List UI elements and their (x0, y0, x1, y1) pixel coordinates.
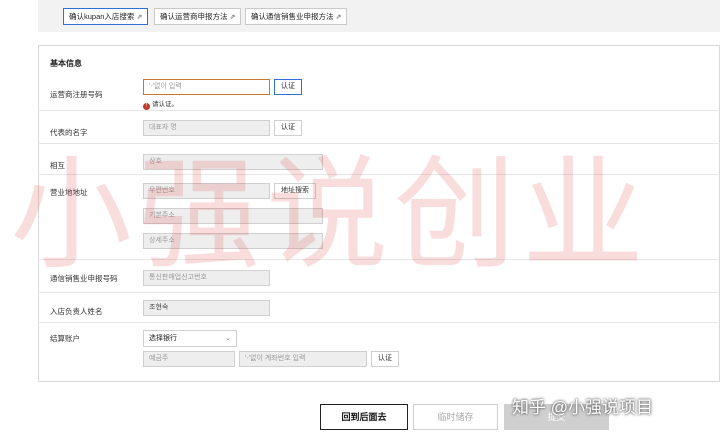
divider (38, 174, 720, 175)
basic-address-input[interactable]: 기본주소 (143, 208, 323, 224)
address-search-button[interactable]: 地址搜索 (274, 183, 316, 199)
business-reg-input[interactable]: '-'없이 입력 (143, 79, 270, 95)
divider (38, 292, 720, 293)
store-manager-input[interactable]: 조현숙 (143, 300, 270, 316)
account-verify-button[interactable]: 认证 (371, 351, 399, 367)
representative-label: 代表的名字 (50, 128, 88, 137)
kupan-entry-search-link[interactable]: 确认kupan入店搜索 ⇗ (63, 8, 149, 25)
settlement-label: 结算账户 (50, 334, 80, 343)
external-link-icon: ⇗ (335, 14, 342, 21)
telecom-report-method-link[interactable]: 确认通信销售业申报方法 ⇗ (245, 8, 348, 25)
store-manager-label: 入店负责人姓名 (50, 307, 103, 316)
representative-verify-button[interactable]: 认证 (274, 120, 302, 136)
detail-address-input[interactable]: 상세주소 (143, 233, 323, 249)
back-button[interactable]: 回到后面去 (320, 404, 408, 430)
divider (38, 322, 720, 323)
account-holder-input[interactable]: 예금주 (143, 351, 235, 367)
business-reg-verify-button[interactable]: 认证 (274, 79, 302, 95)
telecom-input[interactable]: 통신판매업신고번호 (143, 270, 270, 286)
bank-select[interactable]: 选择银行 ⌄ (143, 330, 237, 347)
section-title: 基本信息 (50, 59, 82, 68)
company-input[interactable]: 상호 (143, 154, 323, 170)
address-label: 营业地地址 (50, 188, 88, 197)
company-label: 相互 (50, 161, 65, 170)
external-link-icon: ⇗ (136, 14, 143, 21)
business-reg-label: 运营商注册号码 (50, 90, 103, 99)
error-icon: ! (143, 103, 150, 110)
external-link-icon: ⇗ (229, 14, 236, 21)
credit-watermark: 知乎 @小强说项目 (512, 398, 653, 417)
account-number-input[interactable]: '-'없이 계좌번호 입력 (239, 351, 367, 367)
business-reg-error: ! 请认证。 (143, 98, 178, 110)
representative-input[interactable]: 대표자 명 (143, 120, 270, 136)
chevron-down-icon: ⌄ (225, 335, 231, 342)
divider (38, 110, 720, 111)
divider (38, 143, 720, 144)
seller-report-method-link[interactable]: 确认运营商申报方法 ⇗ (154, 8, 242, 25)
basic-info-panel (38, 45, 720, 382)
divider (38, 259, 720, 260)
zipcode-input[interactable]: 우편번호 (143, 183, 270, 199)
temp-save-button[interactable]: 临时储存 (413, 404, 498, 430)
telecom-label: 通信销售业申报号码 (50, 274, 118, 283)
